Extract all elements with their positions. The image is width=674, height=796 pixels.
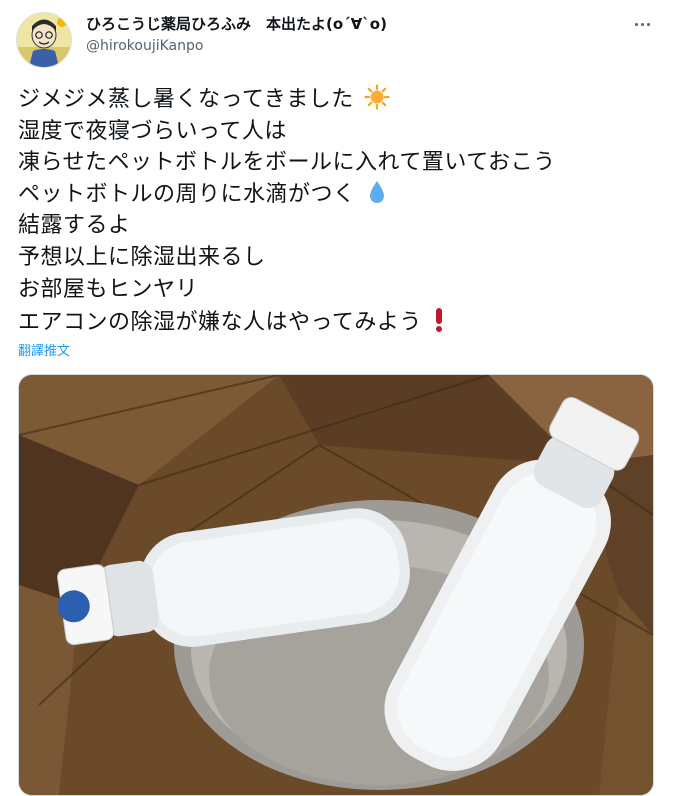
- frozen-bottles-photo-icon: [19, 375, 653, 795]
- tweet-line: お部屋もヒンヤリ: [18, 276, 199, 302]
- avatar-illustration-icon: [17, 13, 71, 67]
- user-handle[interactable]: @hirokoujiKanpo: [86, 36, 387, 56]
- tweet-text: ジメジメ蒸し暑くなってきました 湿度で夜寝づらいって人は 凍らせたペットボトルを…: [18, 84, 658, 339]
- display-name[interactable]: ひろこうじ薬局ひろふみ 本出たよ(o´∀`o): [86, 14, 387, 34]
- sun-icon: [364, 84, 390, 110]
- tweet-line: 予想以上に除湿出来るし: [18, 244, 266, 270]
- tweet-line-text: エアコンの除湿が嫌な人はやってみよう: [18, 310, 422, 336]
- tweet-line: ペットボトルの周りに水滴がつく: [18, 179, 658, 211]
- more-dot-icon: [640, 22, 644, 26]
- tweet-line: ジメジメ蒸し暑くなってきました: [18, 84, 658, 116]
- translate-tweet-link[interactable]: 翻譯推文: [18, 340, 70, 359]
- user-info: ひろこうじ薬局ひろふみ 本出たよ(o´∀`o) @hirokoujiKanpo: [86, 14, 387, 56]
- more-dot-icon: [646, 22, 650, 26]
- tweet-line: 結露するよ: [18, 213, 131, 239]
- tweet-line-text: ジメジメ蒸し暑くなってきました: [18, 87, 354, 112]
- tweet-line-text: ペットボトルの周りに水滴がつく: [18, 181, 356, 207]
- more-dot-icon: [634, 22, 638, 26]
- exclamation-icon: [436, 308, 443, 333]
- tweet-line: 凍らせたペットボトルをボールに入れて置いておこう: [18, 150, 556, 176]
- avatar[interactable]: [16, 12, 72, 68]
- water-drop-icon: [370, 180, 385, 203]
- tweet-line: エアコンの除湿が嫌な人はやってみよう: [18, 305, 658, 339]
- more-options-button[interactable]: [626, 12, 658, 36]
- tweet-line: 湿度で夜寝づらいって人は: [18, 118, 287, 144]
- tweet-photo[interactable]: [18, 374, 654, 796]
